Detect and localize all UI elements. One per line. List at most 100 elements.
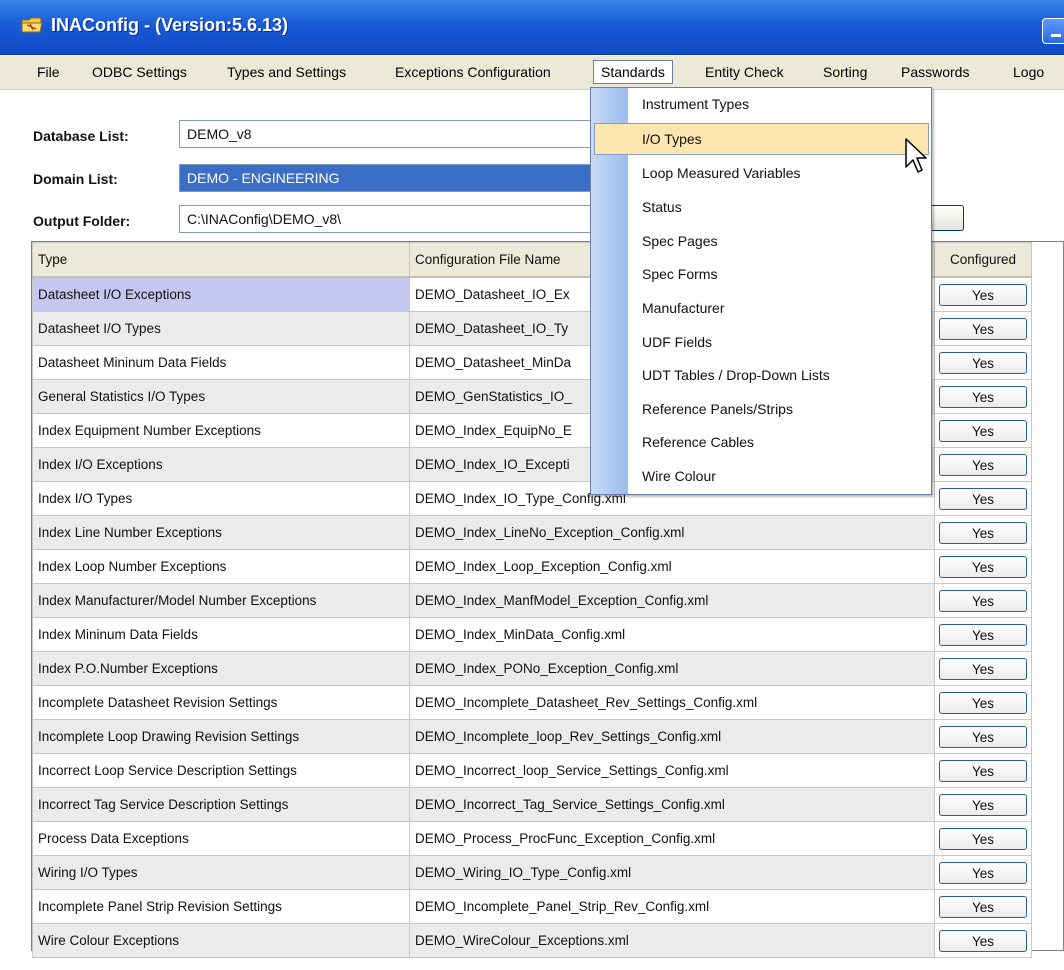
- file-name-cell[interactable]: DEMO_Wiring_IO_Type_Config.xml: [409, 855, 935, 890]
- configured-yes-button[interactable]: Yes: [939, 861, 1027, 884]
- configured-yes-button[interactable]: Yes: [939, 419, 1027, 442]
- configured-yes-button[interactable]: Yes: [939, 555, 1027, 578]
- menu-odbc-settings[interactable]: ODBC Settings: [92, 64, 187, 80]
- configured-yes-button[interactable]: Yes: [939, 623, 1027, 646]
- menu-file[interactable]: File: [37, 64, 60, 80]
- type-cell[interactable]: Index Equipment Number Exceptions: [32, 413, 410, 448]
- table-row[interactable]: Index Line Number Exceptions DEMO_Index_L…: [32, 515, 1032, 550]
- column-header-configured[interactable]: Configured: [934, 242, 1032, 278]
- domain-list-field[interactable]: DEMO - ENGINEERING: [179, 164, 599, 192]
- type-cell[interactable]: Index Line Number Exceptions: [32, 515, 410, 550]
- dropdown-item-reference-panels[interactable]: Reference Panels/Strips: [642, 401, 793, 417]
- file-name-cell[interactable]: DEMO_Process_ProcFunc_Exception_Config.x…: [409, 821, 935, 856]
- configured-cell: Yes: [934, 617, 1032, 652]
- table-row[interactable]: Index Mininum Data Fields DEMO_Index_MinD…: [32, 617, 1032, 652]
- database-list-field[interactable]: DEMO_v8: [179, 120, 599, 148]
- file-name-cell[interactable]: DEMO_Index_Loop_Exception_Config.xml: [409, 549, 935, 584]
- configured-yes-button[interactable]: Yes: [939, 759, 1027, 782]
- table-row[interactable]: Incomplete Datasheet Revision Settings DE…: [32, 685, 1032, 720]
- configured-yes-button[interactable]: Yes: [939, 385, 1027, 408]
- table-row[interactable]: Wire Colour Exceptions DEMO_WireColour_Ex…: [32, 923, 1032, 958]
- dropdown-item-loop-measured-variables[interactable]: Loop Measured Variables: [642, 165, 801, 181]
- dropdown-item-udt-tables[interactable]: UDT Tables / Drop-Down Lists: [642, 367, 830, 383]
- type-cell[interactable]: General Statistics I/O Types: [32, 379, 410, 414]
- menu-entity-check[interactable]: Entity Check: [705, 64, 784, 80]
- type-cell[interactable]: Incomplete Loop Drawing Revision Setting…: [32, 719, 410, 754]
- dropdown-item-reference-cables[interactable]: Reference Cables: [642, 434, 754, 450]
- table-row[interactable]: Wiring I/O Types DEMO_Wiring_IO_Type_Conf…: [32, 855, 1032, 890]
- configured-yes-button[interactable]: Yes: [939, 453, 1027, 476]
- menu-sorting[interactable]: Sorting: [823, 64, 867, 80]
- type-cell[interactable]: Datasheet Mininum Data Fields: [32, 345, 410, 380]
- dropdown-item-wire-colour[interactable]: Wire Colour: [642, 468, 716, 484]
- configured-yes-button[interactable]: Yes: [939, 521, 1027, 544]
- table-row[interactable]: Index P.O.Number Exceptions DEMO_Index_PO…: [32, 651, 1032, 686]
- configured-yes-button[interactable]: Yes: [939, 317, 1027, 340]
- menu-passwords[interactable]: Passwords: [901, 64, 969, 80]
- dropdown-item-manufacturer[interactable]: Manufacturer: [642, 300, 724, 316]
- table-row[interactable]: Index Manufacturer/Model Number Exceptio…: [32, 583, 1032, 618]
- file-name-cell[interactable]: DEMO_Incorrect_loop_Service_Settings_Con…: [409, 753, 935, 788]
- file-name-cell[interactable]: DEMO_WireColour_Exceptions.xml: [409, 923, 935, 958]
- type-cell[interactable]: Index Mininum Data Fields: [32, 617, 410, 652]
- file-name-cell[interactable]: DEMO_Index_LineNo_Exception_Config.xml: [409, 515, 935, 550]
- configured-cell: Yes: [934, 345, 1032, 380]
- table-row[interactable]: Process Data Exceptions DEMO_Process_Proc…: [32, 821, 1032, 856]
- browse-button[interactable]: [930, 205, 964, 231]
- configured-yes-button[interactable]: Yes: [939, 793, 1027, 816]
- file-name-cell[interactable]: DEMO_Index_MinData_Config.xml: [409, 617, 935, 652]
- file-name-cell[interactable]: DEMO_Index_ManfModel_Exception_Config.xm…: [409, 583, 935, 618]
- type-cell[interactable]: Incomplete Panel Strip Revision Settings: [32, 889, 410, 924]
- file-name-cell[interactable]: DEMO_Incomplete_Datasheet_Rev_Settings_C…: [409, 685, 935, 720]
- configured-yes-button[interactable]: Yes: [939, 691, 1027, 714]
- type-cell[interactable]: Index I/O Exceptions: [32, 447, 410, 482]
- table-row[interactable]: Index Loop Number Exceptions DEMO_Index_L…: [32, 549, 1032, 584]
- output-folder-label: Output Folder:: [33, 213, 131, 229]
- menu-logo[interactable]: Logo: [1013, 64, 1044, 80]
- configured-cell: Yes: [934, 481, 1032, 516]
- configured-yes-button[interactable]: Yes: [939, 351, 1027, 374]
- configured-yes-button[interactable]: Yes: [939, 725, 1027, 748]
- file-name-cell[interactable]: DEMO_Incomplete_loop_Rev_Settings_Config…: [409, 719, 935, 754]
- table-row[interactable]: Incomplete Loop Drawing Revision Setting…: [32, 719, 1032, 754]
- configured-yes-button[interactable]: Yes: [939, 827, 1027, 850]
- dropdown-item-status[interactable]: Status: [642, 199, 682, 215]
- type-cell[interactable]: Incorrect Loop Service Description Setti…: [32, 753, 410, 788]
- minimize-icon[interactable]: [1042, 18, 1064, 44]
- file-name-cell[interactable]: DEMO_Index_PONo_Exception_Config.xml: [409, 651, 935, 686]
- dropdown-item-spec-pages[interactable]: Spec Pages: [642, 233, 718, 249]
- dropdown-item-instrument-types[interactable]: Instrument Types: [642, 96, 749, 112]
- configured-yes-button[interactable]: Yes: [939, 929, 1027, 952]
- type-cell[interactable]: Wiring I/O Types: [32, 855, 410, 890]
- menu-standards[interactable]: Standards: [593, 60, 673, 84]
- configured-yes-button[interactable]: Yes: [939, 589, 1027, 612]
- configured-yes-button[interactable]: Yes: [939, 283, 1027, 306]
- table-row[interactable]: Incomplete Panel Strip Revision Settings…: [32, 889, 1032, 924]
- dropdown-item-udf-fields[interactable]: UDF Fields: [642, 334, 712, 350]
- type-cell[interactable]: Incorrect Tag Service Description Settin…: [32, 787, 410, 822]
- dropdown-item-io-types[interactable]: I/O Types: [642, 131, 702, 147]
- type-cell[interactable]: Index Loop Number Exceptions: [32, 549, 410, 584]
- file-name-cell[interactable]: DEMO_Incorrect_Tag_Service_Settings_Conf…: [409, 787, 935, 822]
- dropdown-item-spec-forms[interactable]: Spec Forms: [642, 266, 717, 282]
- type-cell[interactable]: Process Data Exceptions: [32, 821, 410, 856]
- table-row[interactable]: Incorrect Loop Service Description Setti…: [32, 753, 1032, 788]
- type-cell[interactable]: Incomplete Datasheet Revision Settings: [32, 685, 410, 720]
- type-cell[interactable]: Wire Colour Exceptions: [32, 923, 410, 958]
- configured-yes-button[interactable]: Yes: [939, 895, 1027, 918]
- type-cell[interactable]: Index P.O.Number Exceptions: [32, 651, 410, 686]
- menu-types-and-settings[interactable]: Types and Settings: [227, 64, 346, 80]
- type-cell[interactable]: Index I/O Types: [32, 481, 410, 516]
- output-folder-field[interactable]: C:\INAConfig\DEMO_v8\: [179, 205, 599, 233]
- file-name-cell[interactable]: DEMO_Incomplete_Panel_Strip_Rev_Config.x…: [409, 889, 935, 924]
- column-header-type[interactable]: Type: [32, 242, 410, 278]
- title-bar[interactable]: INAConfig - (Version:5.6.13): [0, 0, 1064, 55]
- table-row[interactable]: Incorrect Tag Service Description Settin…: [32, 787, 1032, 822]
- configured-yes-button[interactable]: Yes: [939, 657, 1027, 680]
- type-cell[interactable]: Datasheet I/O Exceptions: [32, 276, 410, 312]
- type-cell[interactable]: Index Manufacturer/Model Number Exceptio…: [32, 583, 410, 618]
- type-cell[interactable]: Datasheet I/O Types: [32, 311, 410, 346]
- menu-exceptions-configuration[interactable]: Exceptions Configuration: [395, 64, 551, 80]
- standards-dropdown-menu: Instrument Types I/O Types Loop Measured…: [590, 87, 932, 495]
- configured-yes-button[interactable]: Yes: [939, 487, 1027, 510]
